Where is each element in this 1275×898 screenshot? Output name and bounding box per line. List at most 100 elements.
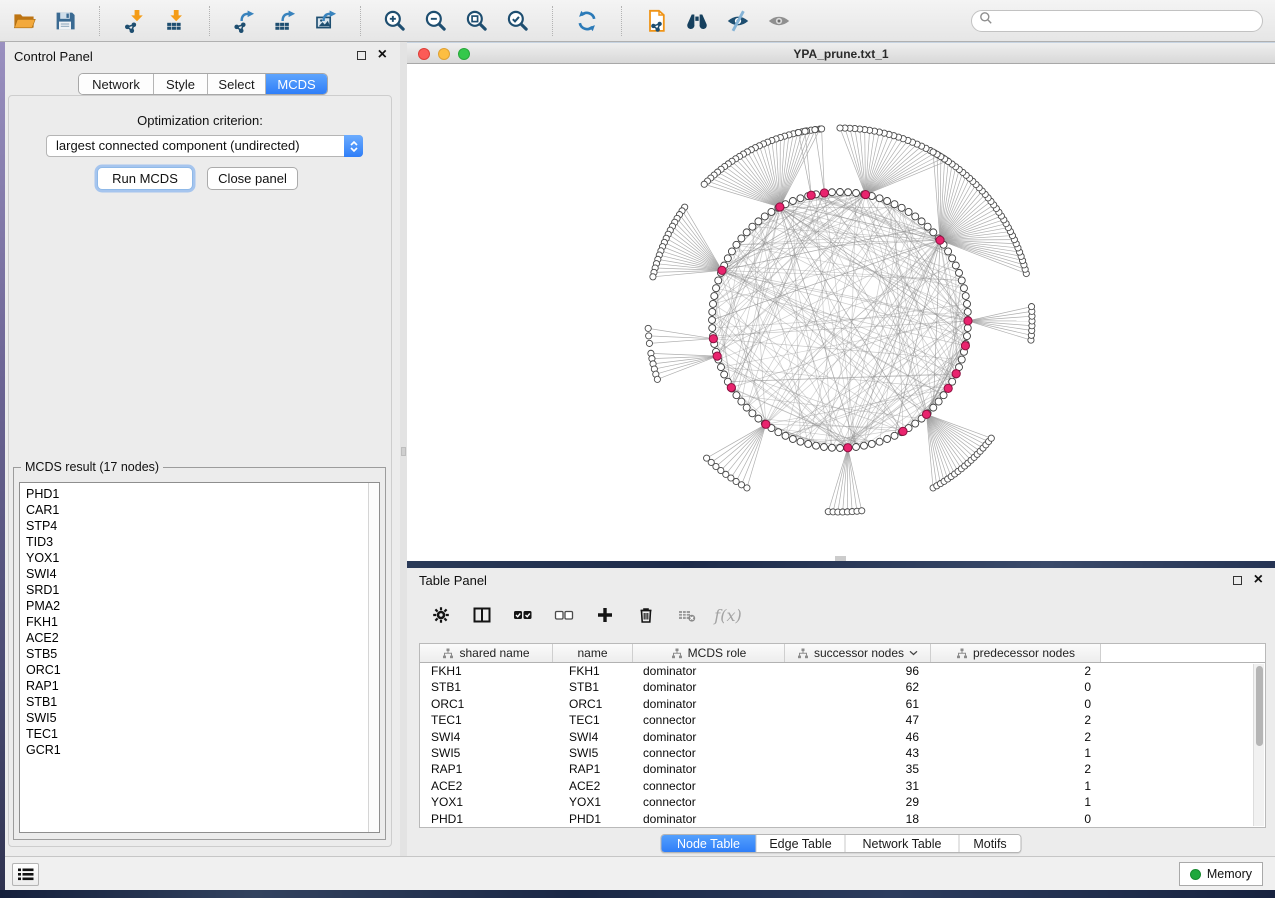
result-node-item[interactable]: GCR1 [26, 742, 379, 758]
close-table-panel-icon[interactable]: × [1254, 570, 1263, 590]
network-window-titlebar[interactable]: YPA_prune.txt_1 [407, 42, 1275, 64]
search-input[interactable] [998, 12, 1262, 30]
memory-button[interactable]: Memory [1179, 862, 1263, 886]
run-mcds-button[interactable]: Run MCDS [97, 167, 193, 190]
open-session-button[interactable] [10, 6, 38, 36]
table-row[interactable]: PHD1PHD1dominator180 [420, 811, 1265, 827]
zoom-selected-region-button[interactable] [504, 6, 532, 36]
column-header-predecessor-nodes[interactable]: predecessor nodes [931, 644, 1101, 662]
table-row[interactable]: SWI5SWI5connector431 [420, 745, 1265, 761]
table-row[interactable]: SWI4SWI4dominator462 [420, 729, 1265, 745]
result-node-item[interactable]: FKH1 [26, 614, 379, 630]
tab-edge-table[interactable]: Edge Table [757, 835, 846, 852]
result-node-item[interactable]: TID3 [26, 534, 379, 550]
float-table-panel-icon[interactable] [1233, 576, 1242, 585]
scrollbar-thumb[interactable] [1256, 666, 1263, 746]
header-filler [1101, 644, 1265, 662]
float-panel-icon[interactable] [357, 51, 366, 60]
close-panel-button[interactable]: Close panel [207, 167, 298, 190]
new-network-from-selection-button[interactable] [642, 6, 670, 36]
export-table-button[interactable] [271, 6, 299, 36]
settings-button[interactable] [429, 602, 453, 628]
result-node-item[interactable]: SWI4 [26, 566, 379, 582]
close-panel-icon[interactable]: × [378, 45, 387, 65]
add-row-button[interactable] [593, 602, 617, 628]
save-session-icon [53, 9, 77, 33]
save-session-button[interactable] [51, 6, 79, 36]
network-graph[interactable] [407, 64, 1275, 561]
hide-selected-button[interactable] [724, 6, 752, 36]
tab-motifs[interactable]: Motifs [960, 835, 1021, 852]
select-all-button[interactable] [511, 602, 535, 628]
result-node-item[interactable]: YOX1 [26, 550, 379, 566]
tab-network[interactable]: Network [79, 74, 154, 94]
zoom-fit-content-button[interactable] [463, 6, 491, 36]
cell: 1 [931, 745, 1101, 761]
zoom-out-button[interactable] [422, 6, 450, 36]
zoom-in-button[interactable] [381, 6, 409, 36]
show-columns-button[interactable] [470, 602, 494, 628]
status-bar: Memory [5, 856, 1275, 890]
column-header-name[interactable]: name [553, 644, 633, 662]
result-node-item[interactable]: PMA2 [26, 598, 379, 614]
new-network-from-selection-icon [644, 9, 668, 33]
result-node-item[interactable]: STB1 [26, 694, 379, 710]
search-box[interactable] [971, 10, 1263, 32]
table-scrollbar[interactable] [1253, 664, 1264, 826]
tab-node-table[interactable]: Node Table [662, 835, 757, 852]
table-row[interactable]: TEC1TEC1connector472 [420, 712, 1265, 728]
import-network-from-file-button[interactable] [120, 6, 148, 36]
sort-chevron-icon [909, 650, 918, 656]
vertical-splitter[interactable] [400, 42, 407, 856]
result-node-item[interactable]: ACE2 [26, 630, 379, 646]
cell: 29 [785, 794, 931, 810]
cell: FKH1 [420, 663, 553, 679]
table-row[interactable]: ORC1ORC1dominator610 [420, 696, 1265, 712]
table-row[interactable]: ACE2ACE2connector311 [420, 778, 1265, 794]
result-list-scrollbar[interactable] [368, 483, 379, 832]
cell: 35 [785, 761, 931, 777]
cell: 2 [931, 729, 1101, 745]
column-header-MCDS-role[interactable]: MCDS role [633, 644, 785, 662]
tab-style[interactable]: Style [154, 74, 208, 94]
result-node-item[interactable]: STP4 [26, 518, 379, 534]
export-image-button[interactable] [312, 6, 340, 36]
deselect-all-button[interactable] [552, 602, 576, 628]
control-panel: Control Panel × NetworkStyleSelectMCDS O… [5, 42, 400, 856]
tab-network-table[interactable]: Network Table [846, 835, 960, 852]
cell: 31 [785, 778, 931, 794]
column-header-successor-nodes[interactable]: successor nodes [785, 644, 931, 662]
result-node-item[interactable]: ORC1 [26, 662, 379, 678]
first-neighbors-button[interactable] [683, 6, 711, 36]
result-node-item[interactable]: CAR1 [26, 502, 379, 518]
splitter-handle-icon[interactable] [401, 447, 406, 456]
criterion-select[interactable]: largest connected component (undirected) [46, 135, 363, 157]
add-row-icon [595, 605, 615, 625]
result-node-item[interactable]: SRD1 [26, 582, 379, 598]
result-node-item[interactable]: PHD1 [26, 486, 379, 502]
column-header-shared-name[interactable]: shared name [420, 644, 553, 662]
mcds-result-list[interactable]: PHD1CAR1STP4TID3YOX1SWI4SRD1PMA2FKH1ACE2… [19, 482, 380, 833]
tab-select[interactable]: Select [208, 74, 266, 94]
horizontal-splitter-handle[interactable] [835, 556, 846, 561]
network-canvas[interactable] [407, 64, 1275, 561]
table-row[interactable]: YOX1YOX1connector291 [420, 794, 1265, 810]
table-row[interactable]: STB1STB1dominator620 [420, 679, 1265, 695]
table-row[interactable]: RAP1RAP1dominator352 [420, 761, 1265, 777]
table-toolbar: f(x) [419, 594, 740, 636]
result-node-item[interactable]: RAP1 [26, 678, 379, 694]
show-all-button[interactable] [765, 6, 793, 36]
panel-selector-button[interactable] [12, 863, 39, 886]
import-table-from-file-button[interactable] [161, 6, 189, 36]
result-node-item[interactable]: SWI5 [26, 710, 379, 726]
table-row[interactable]: FKH1FKH1dominator962 [420, 663, 1265, 679]
tab-mcds[interactable]: MCDS [266, 74, 327, 94]
delete-rows-button[interactable] [634, 602, 658, 628]
list-icon [18, 868, 34, 881]
toolbar-separator [209, 6, 210, 36]
result-node-item[interactable]: TEC1 [26, 726, 379, 742]
result-node-item[interactable]: STB5 [26, 646, 379, 662]
apply-preferred-layout-button[interactable] [573, 6, 601, 36]
export-network-button[interactable] [230, 6, 258, 36]
cell: 46 [785, 729, 931, 745]
